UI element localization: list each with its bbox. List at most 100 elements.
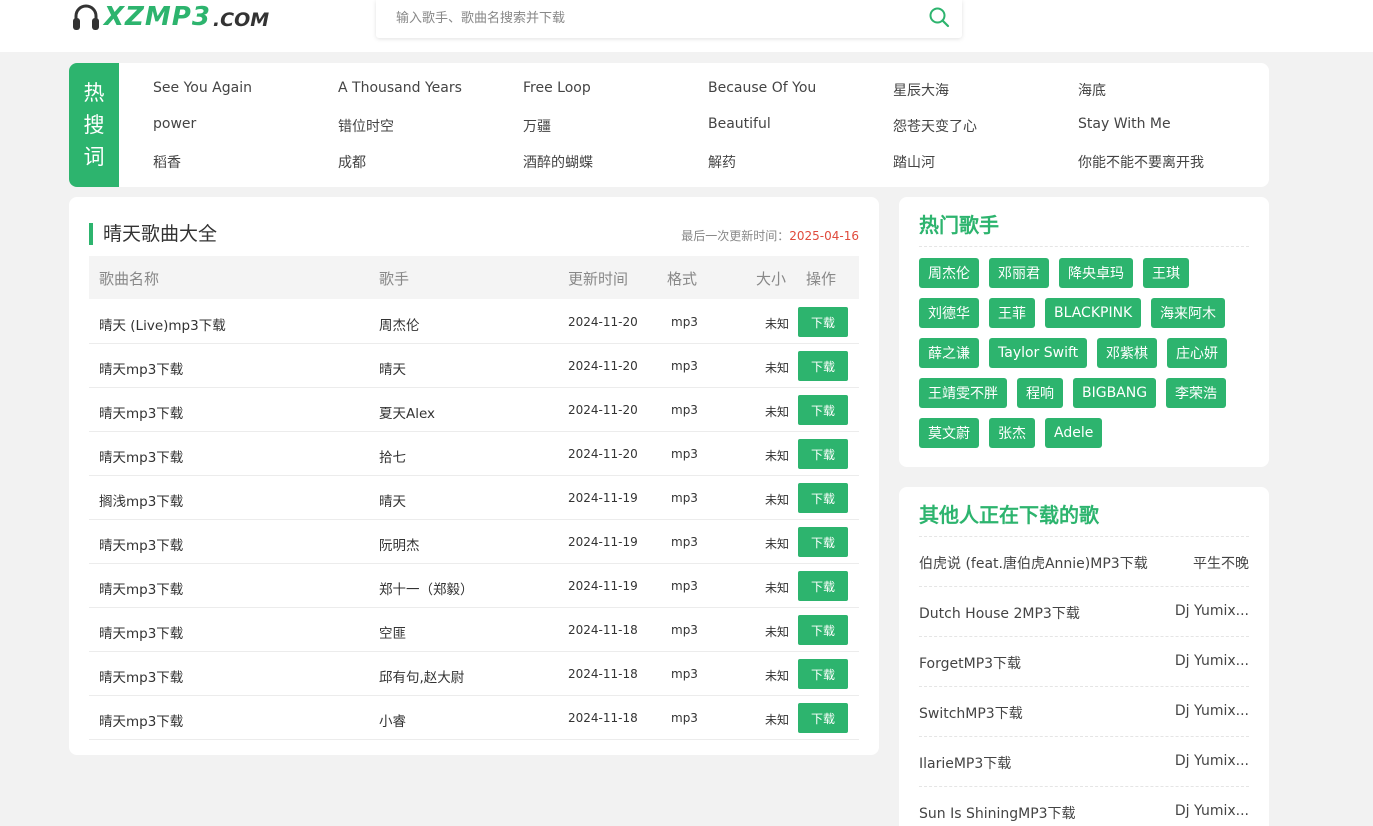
table-row: 搁浅mp3下载 晴天 2024-11-19 mp3 未知 下载 [89, 476, 859, 520]
table-row: 晴天mp3下载 晴天 2024-11-20 mp3 未知 下载 [89, 344, 859, 388]
download-button[interactable]: 下载 [798, 439, 848, 469]
download-song-name[interactable]: SwitchMP3下载 [919, 703, 1023, 723]
size: 未知 [765, 493, 790, 507]
song-name-link[interactable]: 晴天mp3下载 [99, 578, 183, 598]
logo-suffix: .COM [212, 9, 270, 31]
song-name-link[interactable]: 晴天mp3下载 [99, 358, 183, 378]
list-item[interactable]: 伯虎说 (feat.唐伯虎Annie)MP3下载 平生不晚 [919, 537, 1249, 587]
song-name-link[interactable]: 晴天mp3下载 [99, 446, 183, 466]
download-song-artist[interactable]: Dj Yumix... [1175, 603, 1249, 619]
download-button[interactable]: 下载 [798, 659, 848, 689]
hot-search-item[interactable]: 海底 [1078, 80, 1106, 100]
song-name-link[interactable]: 晴天 (Live)mp3下载 [99, 314, 226, 334]
artist-link[interactable]: 晴天 [379, 490, 406, 510]
download-button[interactable]: 下载 [798, 351, 848, 381]
singer-tag[interactable]: 程响 [1017, 378, 1063, 408]
table-row: 晴天mp3下载 郑十一（郑毅） 2024-11-19 mp3 未知 下载 [89, 564, 859, 608]
list-item[interactable]: ForgetMP3下载 Dj Yumix... [919, 637, 1249, 687]
hot-search-item[interactable]: 你能不能不要离开我 [1078, 152, 1204, 172]
hot-search-item[interactable]: 成都 [338, 152, 366, 172]
hot-search-item[interactable]: 星辰大海 [893, 80, 949, 100]
singer-tag[interactable]: BLACKPINK [1045, 298, 1142, 328]
singer-tag[interactable]: 刘德华 [919, 298, 979, 328]
singer-tag[interactable]: Adele [1045, 418, 1103, 448]
hot-search-item[interactable]: 酒醉的蝴蝶 [523, 152, 593, 172]
download-song-name[interactable]: ForgetMP3下载 [919, 653, 1021, 673]
singer-tag[interactable]: 海来阿木 [1151, 298, 1225, 328]
download-song-artist[interactable]: Dj Yumix... [1175, 653, 1249, 669]
artist-link[interactable]: 夏天Alex [379, 402, 435, 422]
hot-search-item[interactable]: Beautiful [708, 116, 771, 132]
download-button[interactable]: 下载 [798, 483, 848, 513]
list-item[interactable]: Dutch House 2MP3下载 Dj Yumix... [919, 587, 1249, 637]
artist-link[interactable]: 阮明杰 [379, 534, 420, 554]
download-song-artist[interactable]: Dj Yumix... [1175, 753, 1249, 769]
hot-search-item[interactable]: See You Again [153, 80, 252, 96]
singer-tag[interactable]: 庄心妍 [1167, 338, 1227, 368]
hot-search-item[interactable]: 怨苍天变了心 [893, 116, 977, 136]
singer-tag[interactable]: 莫文蔚 [919, 418, 979, 448]
list-item[interactable]: Sun Is ShiningMP3下载 Dj Yumix... [919, 787, 1249, 826]
hot-search-item[interactable]: Stay With Me [1078, 116, 1171, 132]
search-input[interactable] [396, 8, 896, 28]
download-button[interactable]: 下载 [798, 571, 848, 601]
singer-tag[interactable]: 王靖雯不胖 [919, 378, 1007, 408]
download-song-name[interactable]: Sun Is ShiningMP3下载 [919, 803, 1076, 823]
hot-label-char: 词 [83, 145, 105, 169]
hot-search-item[interactable]: power [153, 116, 196, 132]
site-logo[interactable]: XZMP3 .COM [72, 0, 269, 34]
download-button[interactable]: 下载 [798, 395, 848, 425]
download-button[interactable]: 下载 [798, 615, 848, 645]
artist-link[interactable]: 拾七 [379, 446, 406, 466]
song-name-link[interactable]: 晴天mp3下载 [99, 666, 183, 686]
singer-tag[interactable]: 王菲 [989, 298, 1035, 328]
singer-tag[interactable]: 薛之谦 [919, 338, 979, 368]
download-button[interactable]: 下载 [798, 527, 848, 557]
hot-search-item[interactable]: 稻香 [153, 152, 181, 172]
download-song-name[interactable]: 伯虎说 (feat.唐伯虎Annie)MP3下载 [919, 553, 1148, 573]
hot-search-item[interactable]: 解药 [708, 152, 736, 172]
singer-tag[interactable]: 降央卓玛 [1059, 258, 1133, 288]
song-name-link[interactable]: 搁浅mp3下载 [99, 490, 183, 510]
singer-tag[interactable]: Taylor Swift [989, 338, 1088, 368]
singer-tag[interactable]: 周杰伦 [919, 258, 979, 288]
list-item[interactable]: SwitchMP3下载 Dj Yumix... [919, 687, 1249, 737]
update-label: 最后一次更新时间： [681, 229, 790, 243]
table-row: 晴天mp3下载 拾七 2024-11-20 mp3 未知 下载 [89, 432, 859, 476]
hot-search-item[interactable]: Free Loop [523, 80, 591, 96]
artist-link[interactable]: 晴天 [379, 358, 406, 378]
search-icon[interactable] [928, 6, 950, 28]
artist-link[interactable]: 周杰伦 [379, 314, 420, 334]
hot-search-item[interactable]: 万疆 [523, 116, 551, 136]
hot-label-char: 热 [83, 81, 105, 105]
download-song-name[interactable]: Dutch House 2MP3下载 [919, 603, 1080, 623]
hot-label-char: 搜 [83, 113, 105, 137]
song-name-link[interactable]: 晴天mp3下载 [99, 622, 183, 642]
list-item[interactable]: IlarieMP3下载 Dj Yumix... [919, 737, 1249, 787]
singer-tag[interactable]: 李荣浩 [1166, 378, 1226, 408]
table-row: 晴天mp3下载 邱有句,赵大尉 2024-11-18 mp3 未知 下载 [89, 652, 859, 696]
table-row: 晴天mp3下载 小睿 2024-11-18 mp3 未知 下载 [89, 696, 859, 740]
artist-link[interactable]: 邱有句,赵大尉 [379, 666, 464, 686]
download-song-artist[interactable]: Dj Yumix... [1175, 803, 1249, 819]
singer-tag[interactable]: BIGBANG [1073, 378, 1157, 408]
artist-link[interactable]: 小睿 [379, 710, 406, 730]
hot-search-item[interactable]: 错位时空 [338, 116, 394, 136]
hot-search-item[interactable]: A Thousand Years [338, 80, 462, 96]
song-name-link[interactable]: 晴天mp3下载 [99, 710, 183, 730]
artist-link[interactable]: 空匪 [379, 622, 406, 642]
singer-tag[interactable]: 王琪 [1143, 258, 1189, 288]
download-button[interactable]: 下载 [798, 307, 848, 337]
song-name-link[interactable]: 晴天mp3下载 [99, 534, 183, 554]
artist-link[interactable]: 郑十一（郑毅） [379, 578, 474, 598]
singer-tag[interactable]: 张杰 [989, 418, 1035, 448]
download-song-artist[interactable]: 平生不晚 [1193, 553, 1249, 573]
download-song-name[interactable]: IlarieMP3下载 [919, 753, 1011, 773]
download-button[interactable]: 下载 [798, 703, 848, 733]
singer-tag[interactable]: 邓紫棋 [1097, 338, 1157, 368]
hot-search-item[interactable]: 踏山河 [893, 152, 935, 172]
song-name-link[interactable]: 晴天mp3下载 [99, 402, 183, 422]
singer-tag[interactable]: 邓丽君 [989, 258, 1049, 288]
download-song-artist[interactable]: Dj Yumix... [1175, 703, 1249, 719]
hot-search-item[interactable]: Because Of You [708, 80, 816, 96]
